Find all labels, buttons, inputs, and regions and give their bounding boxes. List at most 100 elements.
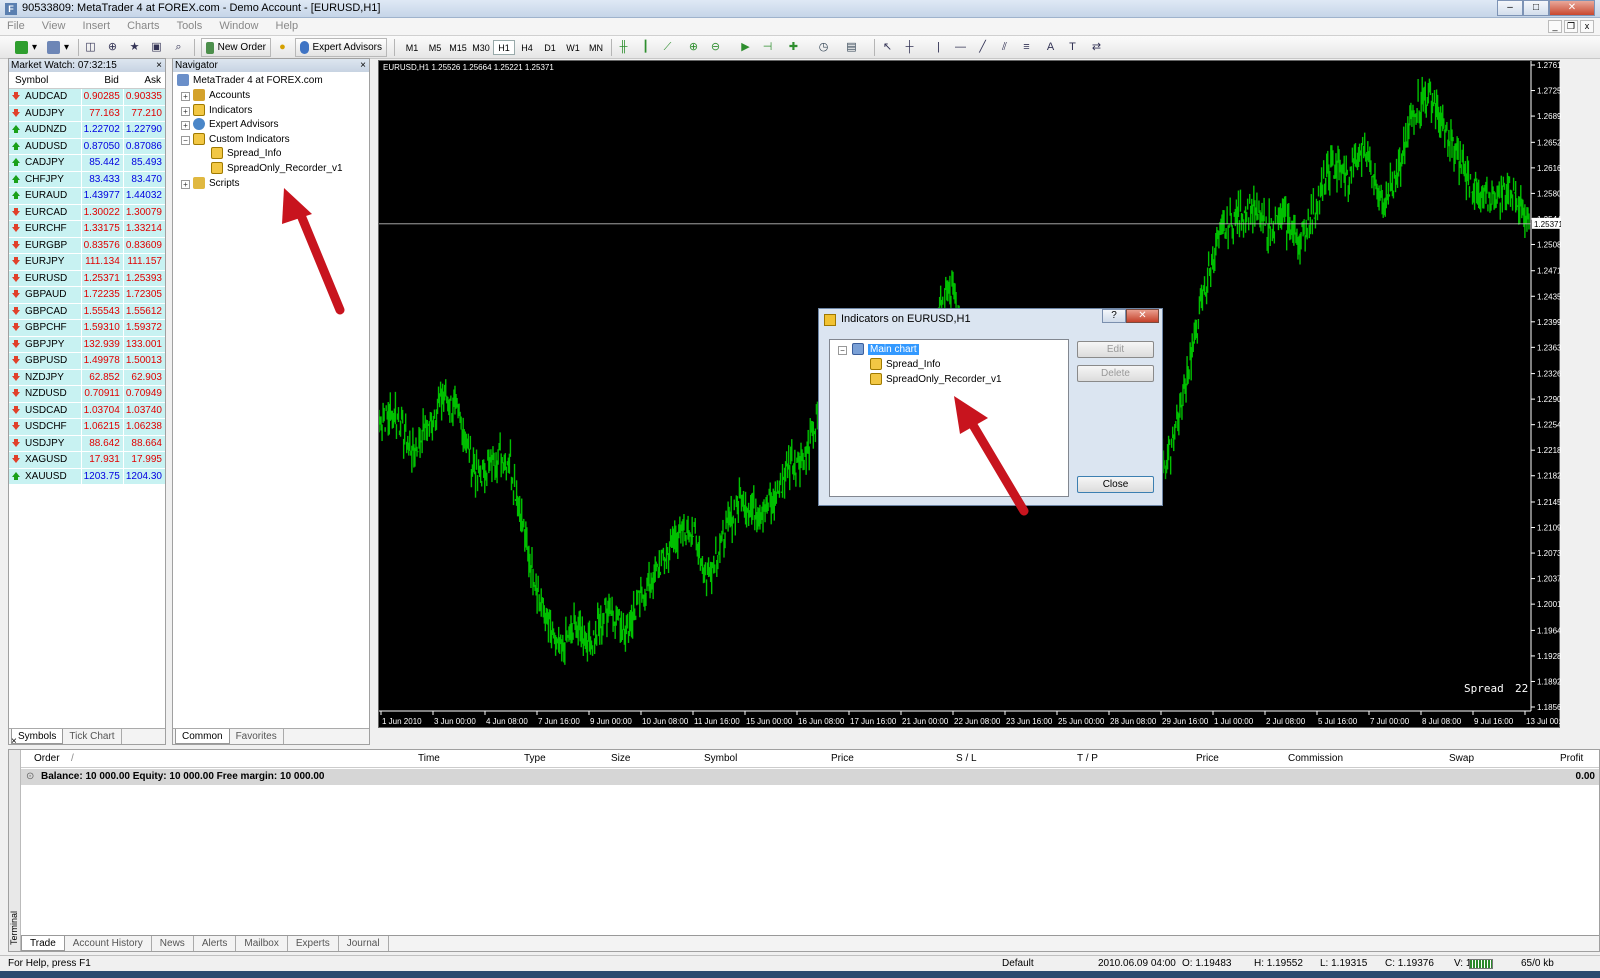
col-price[interactable]: Price (831, 753, 854, 764)
market-watch-row[interactable]: EURJPY 111.134 111.157 (9, 254, 165, 271)
minimize-button[interactable]: – (1497, 0, 1523, 16)
mdi-close-button[interactable]: x (1580, 20, 1594, 33)
terminal-toggle-icon[interactable]: ▣ (149, 40, 164, 55)
market-watch-row[interactable]: USDJPY 88.642 88.664 (9, 435, 165, 452)
market-watch-row[interactable]: GBPCAD 1.55543 1.55612 (9, 303, 165, 320)
chart-shift-icon[interactable]: ⊣ (760, 40, 775, 55)
dialog-close-x-button[interactable]: ✕ (1126, 309, 1159, 323)
periods-icon[interactable]: ◷ (816, 40, 831, 55)
close-button[interactable]: Close (1077, 476, 1154, 493)
market-watch-row[interactable]: AUDJPY 77.163 77.210 (9, 105, 165, 122)
close-window-button[interactable]: ✕ (1549, 0, 1595, 16)
close-icon[interactable]: × (11, 736, 17, 747)
profiles-button[interactable]: ▾ (44, 38, 72, 57)
help-button[interactable]: ? (1102, 309, 1126, 323)
new-chart-button[interactable]: ▾ (12, 38, 40, 57)
market-watch-row[interactable]: EURCHF 1.33175 1.33214 (9, 221, 165, 238)
vertical-line-icon[interactable]: | (931, 40, 946, 55)
market-watch-row[interactable]: EURAUD 1.43977 1.44032 (9, 188, 165, 205)
navigator-toggle-icon[interactable]: ★ (127, 40, 142, 55)
tree-spreadonly-recorder[interactable]: SpreadOnly_Recorder_v1 (870, 373, 1002, 385)
tab-journal[interactable]: Journal (339, 936, 389, 951)
cursor-icon[interactable]: ↖ (880, 40, 895, 55)
col-price-current[interactable]: Price (1196, 753, 1219, 764)
col-commission[interactable]: Commission (1288, 753, 1343, 764)
col-sl[interactable]: S / L (956, 753, 977, 764)
metaeditor-icon[interactable]: ● (275, 40, 290, 55)
tab-common[interactable]: Common (175, 729, 230, 744)
col-bid[interactable]: Bid (81, 72, 123, 88)
market-watch-row[interactable]: EURUSD 1.25371 1.25393 (9, 270, 165, 287)
arrows-icon[interactable]: ⇄ (1089, 40, 1104, 55)
equidistant-channel-icon[interactable]: ⫽ (997, 40, 1012, 55)
col-profit[interactable]: Profit (1560, 753, 1583, 764)
market-watch-row[interactable]: GBPUSD 1.49978 1.50013 (9, 353, 165, 370)
tab-trade[interactable]: Trade (21, 936, 65, 951)
col-time[interactable]: Time (418, 753, 440, 764)
menu-tools[interactable]: Tools (170, 18, 210, 34)
col-symbol[interactable]: Symbol (704, 753, 737, 764)
expand-icon[interactable]: + (181, 92, 190, 101)
tab-symbols[interactable]: Symbols (11, 729, 64, 744)
menu-charts[interactable]: Charts (120, 18, 166, 34)
nav-custom-indicators[interactable]: Custom Indicators (193, 133, 290, 145)
tf-h1[interactable]: H1 (493, 40, 515, 55)
col-ask[interactable]: Ask (123, 72, 165, 88)
tf-h4[interactable]: H4 (516, 40, 538, 55)
col-swap[interactable]: Swap (1449, 753, 1474, 764)
col-symbol[interactable]: Symbol (9, 72, 81, 88)
edit-button[interactable]: Edit (1077, 341, 1154, 358)
templates-icon[interactable]: ▤ (844, 40, 859, 55)
market-watch-row[interactable]: NZDJPY 62.852 62.903 (9, 369, 165, 386)
zoom-in-icon[interactable]: ⊕ (686, 40, 701, 55)
tf-m5[interactable]: M5 (424, 40, 446, 55)
tf-mn[interactable]: MN (585, 40, 607, 55)
trendline-icon[interactable]: ╱ (975, 40, 990, 55)
balance-row[interactable]: ⊙ Balance: 10 000.00 Equity: 10 000.00 F… (21, 769, 1599, 785)
market-watch-row[interactable]: CADJPY 85.442 85.493 (9, 155, 165, 172)
market-watch-row[interactable]: AUDUSD 0.87050 0.87086 (9, 138, 165, 155)
menu-help[interactable]: Help (269, 18, 306, 34)
zoom-out-icon[interactable]: ⊖ (708, 40, 723, 55)
tab-mailbox[interactable]: Mailbox (236, 936, 288, 951)
close-icon[interactable]: × (156, 59, 162, 72)
maximize-button[interactable]: □ (1523, 0, 1549, 16)
close-icon[interactable]: × (360, 59, 366, 72)
autoscroll-icon[interactable]: ▶ (738, 40, 753, 55)
data-window-icon[interactable]: ⊕ (105, 40, 120, 55)
nav-spread-info[interactable]: Spread_Info (211, 147, 282, 159)
market-watch-toggle-icon[interactable]: ◫ (83, 40, 98, 55)
market-watch-row[interactable]: USDCHF 1.06215 1.06238 (9, 419, 165, 436)
crosshair-icon[interactable]: ┼ (902, 40, 917, 55)
mdi-minimize-button[interactable]: _ (1548, 20, 1562, 33)
market-watch-row[interactable]: USDCAD 1.03704 1.03740 (9, 402, 165, 419)
status-profile[interactable]: Default (1002, 958, 1034, 969)
tf-m30[interactable]: M30 (470, 40, 492, 55)
market-watch-row[interactable]: EURGBP 0.83576 0.83609 (9, 237, 165, 254)
nav-spreadonly-recorder[interactable]: SpreadOnly_Recorder_v1 (211, 162, 343, 174)
collapse-icon[interactable]: − (181, 136, 190, 145)
new-order-button[interactable]: New Order (201, 38, 271, 57)
tf-m1[interactable]: M1 (401, 40, 423, 55)
nav-expert-advisors[interactable]: Expert Advisors (193, 118, 278, 130)
col-size[interactable]: Size (611, 753, 630, 764)
tf-m15[interactable]: M15 (447, 40, 469, 55)
col-order[interactable]: Order (34, 753, 60, 764)
tester-icon[interactable]: ⌕ (171, 40, 186, 55)
expert-advisors-button[interactable]: Expert Advisors (295, 38, 387, 57)
market-watch-row[interactable]: NZDUSD 0.70911 0.70949 (9, 386, 165, 403)
menu-file[interactable]: File (0, 18, 32, 34)
market-watch-row[interactable]: AUDCAD 0.90285 0.90335 (9, 89, 165, 106)
market-watch-row[interactable]: XAUUSD 1203.75 1204.30 (9, 468, 165, 485)
mdi-restore-button[interactable]: ❐ (1564, 20, 1578, 33)
menu-insert[interactable]: Insert (76, 18, 118, 34)
tf-d1[interactable]: D1 (539, 40, 561, 55)
expand-icon[interactable]: + (181, 107, 190, 116)
bar-chart-icon[interactable]: ╫ (616, 40, 631, 55)
menu-window[interactable]: Window (212, 18, 265, 34)
text-icon[interactable]: A (1043, 40, 1058, 55)
indicators-list-icon[interactable]: ✚ (786, 40, 801, 55)
market-watch-row[interactable]: GBPCHF 1.59310 1.59372 (9, 320, 165, 337)
market-watch-row[interactable]: GBPAUD 1.72235 1.72305 (9, 287, 165, 304)
tab-account-history[interactable]: Account History (65, 936, 152, 951)
